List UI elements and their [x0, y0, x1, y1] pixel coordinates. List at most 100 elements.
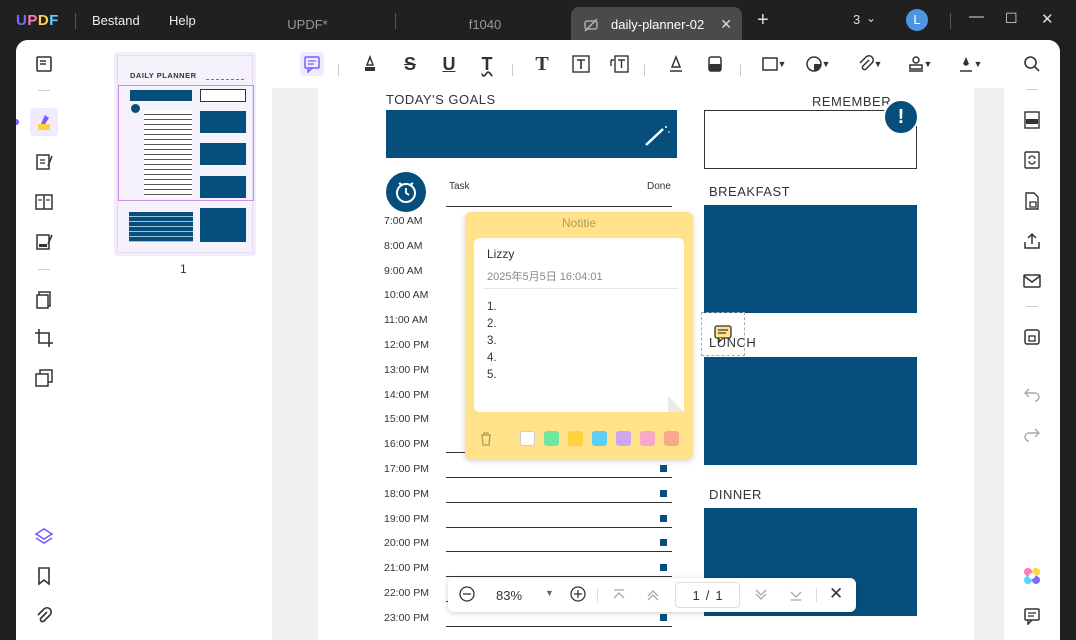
- share-icon[interactable]: [1020, 229, 1044, 253]
- undo-icon[interactable]: [1020, 382, 1044, 406]
- next-page-icon[interactable]: [753, 587, 769, 606]
- note-marker[interactable]: [701, 312, 745, 356]
- color-swatch[interactable]: [592, 431, 607, 446]
- done-checkbox[interactable]: [660, 539, 667, 547]
- chevron-down-icon[interactable]: ▼: [922, 52, 934, 76]
- strikethrough-tool-icon[interactable]: S: [398, 52, 422, 76]
- tab-updf[interactable]: UPDF*: [240, 7, 375, 42]
- task-line[interactable]: [446, 501, 672, 503]
- tab-count[interactable]: 3: [853, 12, 860, 27]
- page-tools-icon[interactable]: [30, 286, 58, 314]
- color-swatch[interactable]: [520, 431, 535, 446]
- organize-pages-icon[interactable]: [30, 188, 58, 216]
- squiggly-tool-icon[interactable]: T: [475, 52, 499, 76]
- tab-label: f1040: [468, 17, 502, 32]
- done-checkbox[interactable]: [660, 564, 667, 572]
- page-thumbnail[interactable]: DAILY PLANNER: [114, 52, 256, 256]
- thumb-block: [130, 90, 192, 101]
- note-content[interactable]: 1. 2. 3. 4. 5.: [487, 299, 497, 384]
- zoom-in-icon[interactable]: [569, 585, 587, 606]
- close-tab-icon[interactable]: ✕: [720, 16, 732, 33]
- time-label: 18:00 PM: [384, 487, 429, 500]
- reader-icon[interactable]: [30, 50, 58, 78]
- done-checkbox[interactable]: [660, 613, 667, 621]
- task-line[interactable]: [446, 551, 672, 553]
- goals-title: TODAY'S GOALS: [386, 92, 496, 107]
- done-checkbox[interactable]: [660, 514, 667, 522]
- menu-help[interactable]: Help: [169, 13, 196, 28]
- thumb-block: [129, 212, 193, 242]
- done-checkbox[interactable]: [660, 465, 667, 472]
- minimize-icon[interactable]: —: [969, 8, 984, 25]
- fill-sign-icon[interactable]: [30, 228, 58, 256]
- chevron-down-icon[interactable]: ⌄: [866, 11, 876, 25]
- zoom-value[interactable]: 83%: [496, 588, 522, 603]
- underline-tool-icon[interactable]: U: [437, 52, 461, 76]
- zoom-out-icon[interactable]: [458, 585, 476, 606]
- comments-panel-icon[interactable]: [1020, 604, 1044, 628]
- sticky-note-popup[interactable]: Notitie Lizzy 2025年5月5日 16:04:01 1. 2. 3. 4…: [465, 212, 693, 459]
- sticky-note-tool-icon[interactable]: [300, 52, 324, 76]
- avatar[interactable]: L: [906, 9, 928, 31]
- close-zoom-bar-icon[interactable]: ✕: [829, 584, 843, 604]
- search-icon[interactable]: [1020, 52, 1044, 76]
- text-tool-icon[interactable]: T: [530, 52, 554, 76]
- comment-tool-icon[interactable]: [30, 108, 58, 136]
- thumbnail-panel: DAILY PLANNER 1: [72, 40, 272, 640]
- task-line[interactable]: [446, 477, 672, 478]
- save-icon[interactable]: [1020, 325, 1044, 349]
- chevron-down-icon[interactable]: ▼: [776, 52, 788, 76]
- eraser-tool-icon[interactable]: [703, 52, 727, 76]
- pencil-icon: [645, 126, 670, 146]
- tab-daily-planner[interactable]: daily-planner-02 ✕: [571, 7, 742, 42]
- done-checkbox[interactable]: [660, 489, 667, 497]
- color-swatch[interactable]: [544, 431, 559, 446]
- pencil-tool-icon[interactable]: [664, 52, 688, 76]
- header-line: [446, 206, 672, 207]
- convert-icon[interactable]: [1020, 148, 1044, 172]
- color-swatch[interactable]: [616, 431, 631, 446]
- redo-icon[interactable]: [1020, 422, 1044, 446]
- crop-icon[interactable]: [30, 324, 58, 352]
- new-tab-icon[interactable]: +: [757, 9, 769, 32]
- chevron-down-icon[interactable]: ▼: [545, 588, 554, 598]
- email-icon[interactable]: [1020, 269, 1044, 293]
- textbox-tool-icon[interactable]: [569, 52, 593, 76]
- sticky-note-icon: [714, 325, 732, 344]
- page-input[interactable]: 1 / 1: [675, 582, 740, 608]
- text-callout-tool-icon[interactable]: [608, 52, 632, 76]
- trash-icon[interactable]: [479, 431, 493, 446]
- tab-f1040[interactable]: f1040: [410, 7, 560, 42]
- batch-icon[interactable]: [30, 364, 58, 392]
- ai-assistant-icon[interactable]: [1020, 564, 1044, 588]
- goals-block: [386, 110, 677, 158]
- lunch-block: [704, 357, 917, 465]
- note-body[interactable]: Lizzy 2025年5月5日 16:04:01 1. 2. 3. 4. 5.: [474, 238, 684, 412]
- last-page-icon[interactable]: [788, 587, 804, 606]
- task-line[interactable]: [446, 526, 672, 528]
- first-page-icon[interactable]: [611, 587, 627, 606]
- chevron-down-icon[interactable]: ▼: [872, 52, 884, 76]
- thumb-block: [200, 208, 246, 242]
- close-window-icon[interactable]: ✕: [1041, 10, 1054, 28]
- highlight-tool-icon[interactable]: [358, 52, 382, 76]
- bookmark-icon[interactable]: [30, 562, 58, 590]
- ocr-icon[interactable]: [1020, 108, 1044, 132]
- left-toolbar: [16, 40, 72, 640]
- color-swatch[interactable]: [664, 431, 679, 446]
- divider: [483, 288, 678, 289]
- chevron-down-icon[interactable]: ▼: [972, 52, 984, 76]
- attachment-icon[interactable]: [30, 602, 58, 630]
- chevron-down-icon[interactable]: ▼: [820, 52, 832, 76]
- maximize-icon[interactable]: ☐: [1005, 10, 1018, 27]
- color-swatch[interactable]: [640, 431, 655, 446]
- menu-bestand[interactable]: Bestand: [92, 13, 140, 28]
- task-line[interactable]: [446, 625, 672, 627]
- previous-page-icon[interactable]: [645, 587, 661, 606]
- color-swatch[interactable]: [568, 431, 583, 446]
- divider: [950, 13, 951, 29]
- edit-pdf-icon[interactable]: [30, 148, 58, 176]
- protect-icon[interactable]: [1020, 189, 1044, 213]
- tab-label: daily-planner-02: [611, 17, 705, 32]
- layers-icon[interactable]: [30, 522, 58, 550]
